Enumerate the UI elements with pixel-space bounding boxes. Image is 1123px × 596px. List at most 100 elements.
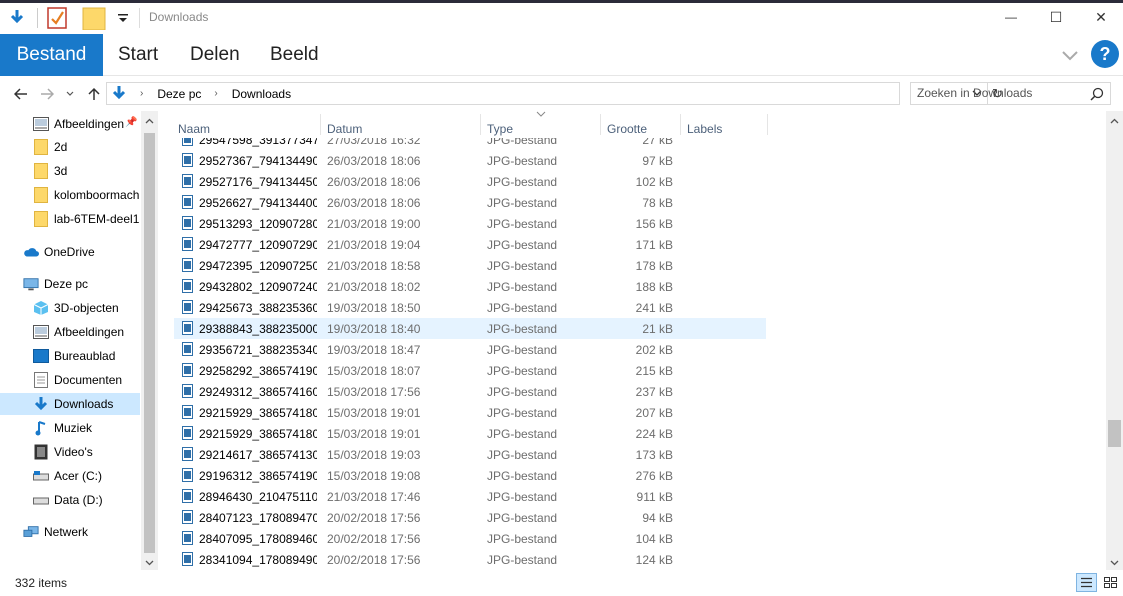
file-row[interactable]: 29527367_794134490 26/03/2018 18:06 JPG-be… — [174, 150, 766, 171]
scroll-up-icon[interactable] — [145, 117, 154, 126]
tab-share[interactable]: Delen — [190, 34, 240, 76]
cube-icon — [33, 300, 49, 316]
minimize-button[interactable]: — — [988, 4, 1034, 30]
nav-network[interactable]: Netwerk — [0, 521, 140, 543]
file-scrollbar[interactable] — [1106, 111, 1123, 570]
file-name: 28946430_210475110 — [199, 489, 317, 504]
nav-quick-3d[interactable]: 3d — [0, 160, 140, 182]
large-icons-view-button[interactable] — [1100, 573, 1121, 592]
quick-access-download-icon[interactable] — [6, 6, 28, 30]
file-type: JPG-bestand — [487, 447, 558, 462]
file-row[interactable]: 29472777_120907290 21/03/2018 19:04 JPG-be… — [174, 234, 766, 255]
file-type: JPG-bestand — [487, 342, 558, 357]
search-icon[interactable] — [1090, 87, 1104, 101]
window-title: Downloads — [149, 10, 209, 24]
file-row[interactable]: 29215929_386574180 15/03/2018 19:01 JPG-be… — [174, 423, 766, 444]
recent-locations-chevron-icon[interactable] — [64, 85, 76, 103]
column-size[interactable]: Grootte — [601, 111, 680, 138]
toolbar-separator — [37, 8, 38, 28]
nav-scrollbar-thumb[interactable] — [144, 133, 155, 553]
column-divider[interactable] — [767, 114, 768, 135]
maximize-button[interactable]: ☐ — [1033, 4, 1079, 30]
file-row[interactable]: 29356721_388235340 19/03/2018 18:47 JPG-be… — [174, 339, 766, 360]
file-name: 29215929_386574180 — [199, 405, 317, 420]
file-name: 29215929_386574180 — [199, 426, 317, 441]
search-input[interactable] — [917, 86, 1087, 100]
new-folder-icon[interactable] — [81, 6, 107, 30]
file-row[interactable]: 29215929_386574180 15/03/2018 19:01 JPG-be… — [174, 402, 766, 423]
file-row[interactable]: 29249312_386574160 15/03/2018 17:56 JPG-be… — [174, 381, 766, 402]
file-row[interactable]: 28407095_178089460 20/02/2018 17:56 JPG-be… — [174, 528, 766, 549]
details-view-button[interactable] — [1076, 573, 1097, 592]
file-name: 29513293_120907280 — [199, 216, 317, 231]
file-row[interactable]: 29258292_386574190 15/03/2018 18:07 JPG-be… — [174, 360, 766, 381]
up-arrow-icon[interactable] — [85, 85, 103, 103]
nav-this-pc[interactable]: Deze pc — [0, 273, 140, 295]
nav-scrollbar[interactable] — [141, 111, 158, 570]
nav-quick-2d[interactable]: 2d — [0, 136, 140, 158]
breadcrumb-chevron-icon[interactable]: › — [214, 88, 217, 99]
file-row[interactable]: 29214617_386574130 15/03/2018 19:03 JPG-be… — [174, 444, 766, 465]
nav-documents[interactable]: Documenten — [0, 369, 140, 391]
file-row[interactable]: 29527176_794134450 26/03/2018 18:06 JPG-be… — [174, 171, 766, 192]
column-labels[interactable]: Labels — [681, 111, 767, 138]
breadcrumb-downloads[interactable]: Downloads — [232, 87, 291, 101]
file-row[interactable]: 29526627_794134400 26/03/2018 18:06 JPG-be… — [174, 192, 766, 213]
nav-quick-pictures[interactable]: Afbeeldingen 📌 — [0, 113, 140, 135]
file-scrollbar-thumb[interactable] — [1108, 420, 1121, 447]
scroll-down-icon[interactable] — [145, 558, 154, 567]
back-arrow-icon[interactable] — [12, 85, 30, 103]
nav-3d-objects[interactable]: 3D-objecten — [0, 297, 140, 319]
nav-drive-d[interactable]: Data (D:) — [0, 489, 140, 511]
customize-toolbar-chevron-icon[interactable] — [115, 6, 131, 30]
details-view-icon — [1081, 577, 1092, 588]
expand-ribbon-chevron-icon[interactable] — [1061, 46, 1079, 64]
forward-arrow-icon[interactable] — [38, 85, 56, 103]
file-date: 19/03/2018 18:50 — [327, 300, 421, 315]
file-type: JPG-bestand — [487, 468, 558, 483]
file-row[interactable]: 29432802_120907240 21/03/2018 18:02 JPG-be… — [174, 276, 766, 297]
close-button[interactable]: ✕ — [1078, 4, 1123, 30]
file-size: 241 kB — [635, 300, 673, 315]
search-box[interactable] — [910, 82, 1111, 105]
file-row[interactable]: 29513293_120907280 21/03/2018 19:00 JPG-be… — [174, 213, 766, 234]
file-date: 21/03/2018 19:04 — [327, 237, 421, 252]
breadcrumb-this-pc[interactable]: Deze pc — [157, 87, 201, 101]
help-button[interactable]: ? — [1091, 40, 1119, 68]
nav-downloads[interactable]: Downloads — [0, 393, 140, 415]
image-file-icon — [182, 489, 193, 503]
address-bar[interactable]: › Deze pc › Downloads ↻ — [106, 82, 1003, 105]
nav-onedrive[interactable]: OneDrive — [0, 241, 140, 263]
pictures-icon — [33, 324, 49, 340]
tab-home[interactable]: Start — [118, 34, 158, 76]
scroll-up-icon[interactable] — [1110, 117, 1119, 126]
file-row[interactable]: 29196312_386574190 15/03/2018 19:08 JPG-be… — [174, 465, 766, 486]
column-name[interactable]: Naam — [172, 111, 320, 138]
nav-quick-lab-6tem-deel1[interactable]: lab-6TEM-deel1 — [0, 208, 140, 230]
tab-view[interactable]: Beeld — [270, 34, 319, 76]
file-row[interactable]: 28407123_178089470 20/02/2018 17:56 JPG-be… — [174, 507, 766, 528]
file-size: 188 kB — [635, 279, 673, 294]
image-file-icon — [182, 552, 193, 566]
scroll-down-icon[interactable] — [1110, 558, 1119, 567]
file-type: JPG-bestand — [487, 321, 558, 336]
nav-desktop[interactable]: Bureaublad — [0, 345, 140, 367]
nav-drive-c[interactable]: Acer (C:) — [0, 465, 140, 487]
file-row[interactable]: 28341094_178089490 20/02/2018 17:56 JPG-be… — [174, 549, 766, 570]
file-row[interactable]: 28946430_210475110 21/03/2018 17:46 JPG-be… — [174, 486, 766, 507]
file-row[interactable]: 29388843_388235000 19/03/2018 18:40 JPG-be… — [174, 318, 766, 339]
breadcrumb-chevron-icon[interactable]: › — [140, 88, 143, 99]
file-row[interactable]: 29425673_388235360 19/03/2018 18:50 JPG-be… — [174, 297, 766, 318]
column-date[interactable]: Datum — [321, 111, 480, 138]
nav-item-label: Muziek — [54, 421, 93, 435]
nav-pictures[interactable]: Afbeeldingen — [0, 321, 140, 343]
nav-music[interactable]: Muziek — [0, 417, 140, 439]
properties-icon[interactable] — [45, 6, 69, 30]
tab-file[interactable]: Bestand — [0, 34, 103, 76]
music-icon — [33, 420, 49, 436]
file-row[interactable]: 29472395_120907250 21/03/2018 18:58 JPG-be… — [174, 255, 766, 276]
file-date: 26/03/2018 18:06 — [327, 153, 421, 168]
file-type: JPG-bestand — [487, 300, 558, 315]
nav-quick-kolomboormachine[interactable]: kolomboormachine — [0, 184, 140, 206]
nav-videos[interactable]: Video's — [0, 441, 140, 463]
